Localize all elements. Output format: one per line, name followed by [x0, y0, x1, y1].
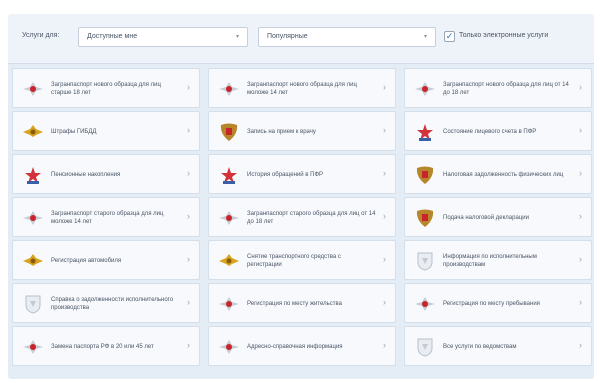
service-card-label: Информация по исполнительным производств…: [443, 254, 537, 268]
chevron-right-icon: ›: [579, 168, 582, 178]
chevron-right-icon: ›: [579, 297, 582, 307]
service-card[interactable]: Пенсионные накопления ›: [12, 154, 200, 194]
mvd-emblem-icon: [217, 292, 241, 316]
chevron-right-icon: ›: [187, 82, 190, 92]
service-card-label: Регистрация по месту пребывания: [443, 301, 540, 307]
chevron-right-icon: ›: [383, 125, 386, 135]
sort-select[interactable]: Популярные ▾: [258, 27, 436, 47]
service-card-label: Загранпаспорт старого образца для лиц от…: [247, 211, 376, 225]
audience-select[interactable]: Доступные мне ▾: [78, 27, 248, 47]
chevron-right-icon: ›: [579, 82, 582, 92]
gibdd-emblem-icon: [21, 249, 45, 273]
service-card[interactable]: Замена паспорта РФ в 20 или 45 лет ›: [12, 326, 200, 366]
mvd-emblem-icon: [21, 335, 45, 359]
service-card[interactable]: Регистрация по месту жительства ›: [208, 283, 396, 323]
coat-of-arms-icon: [413, 206, 437, 230]
service-card[interactable]: Штрафы ГИБДД ›: [12, 111, 200, 151]
service-card[interactable]: Запись на прием к врачу ›: [208, 111, 396, 151]
service-card[interactable]: Загранпаспорт нового образца для лиц от …: [404, 68, 592, 108]
service-card[interactable]: Состояние лицевого счета в ПФР ›: [404, 111, 592, 151]
service-card[interactable]: Подача налоговой декларации ›: [404, 197, 592, 237]
mvd-emblem-icon: [413, 292, 437, 316]
coat-of-arms-icon: [413, 163, 437, 187]
chevron-right-icon: ›: [187, 297, 190, 307]
service-card[interactable]: История обращений в ПФР ›: [208, 154, 396, 194]
service-card-label: Налоговая задолженность физических лиц: [443, 172, 564, 178]
service-card[interactable]: Загранпаспорт нового образца для лиц мол…: [208, 68, 396, 108]
service-card-label: Загранпаспорт нового образца для лиц от …: [443, 82, 569, 96]
service-card[interactable]: Налоговая задолженность физических лиц ›: [404, 154, 592, 194]
audience-select-value: Доступные мне: [87, 33, 138, 40]
service-card-label: История обращений в ПФР: [247, 172, 324, 178]
service-card-label: Загранпаспорт нового образца для лиц мол…: [247, 82, 357, 96]
service-card[interactable]: Загранпаспорт нового образца для лиц ста…: [12, 68, 200, 108]
service-card-label: Штрафы ГИБДД: [51, 129, 97, 135]
service-card[interactable]: Регистрация по месту пребывания ›: [404, 283, 592, 323]
gibdd-emblem-icon: [21, 120, 45, 144]
service-card-label: Состояние лицевого счета в ПФР: [443, 129, 537, 135]
service-card[interactable]: Справка о задолженности исполнительного …: [12, 283, 200, 323]
service-card-label: Загранпаспорт старого образца для лиц мо…: [51, 211, 164, 225]
gibdd-emblem-icon: [217, 249, 241, 273]
service-card-label: Снятие транспортного средства с регистра…: [247, 254, 341, 268]
service-card-label: Адресно-справочная информация: [247, 344, 343, 350]
electronic-only-checkbox[interactable]: ✓: [444, 31, 455, 42]
chevron-right-icon: ›: [187, 211, 190, 221]
chevron-right-icon: ›: [579, 340, 582, 350]
mvd-emblem-icon: [217, 206, 241, 230]
service-card[interactable]: Снятие транспортного средства с регистра…: [208, 240, 396, 280]
service-card-label: Регистрация автомобиля: [51, 258, 122, 264]
service-card[interactable]: Загранпаспорт старого образца для лиц мо…: [12, 197, 200, 237]
pfr-emblem-icon: [21, 163, 45, 187]
electronic-only-label[interactable]: Только электронные услуги: [459, 32, 548, 39]
chevron-right-icon: ›: [187, 254, 190, 264]
chevron-right-icon: ›: [383, 340, 386, 350]
service-card[interactable]: Информация по исполнительным производств…: [404, 240, 592, 280]
fssp-emblem-icon: [413, 335, 437, 359]
mvd-emblem-icon: [217, 335, 241, 359]
fssp-emblem-icon: [21, 292, 45, 316]
fssp-emblem-icon: [413, 249, 437, 273]
mvd-emblem-icon: [217, 77, 241, 101]
coat-of-arms-icon: [217, 120, 241, 144]
chevron-right-icon: ›: [383, 254, 386, 264]
mvd-emblem-icon: [413, 77, 437, 101]
service-card-label: Пенсионные накопления: [51, 172, 121, 178]
service-card-label: Справка о задолженности исполнительного …: [51, 297, 174, 311]
chevron-right-icon: ›: [383, 168, 386, 178]
service-card[interactable]: Все услуги по ведомствам ›: [404, 326, 592, 366]
chevron-right-icon: ›: [579, 211, 582, 221]
service-card-label: Запись на прием к врачу: [247, 129, 316, 135]
chevron-right-icon: ›: [579, 125, 582, 135]
chevron-right-icon: ›: [187, 168, 190, 178]
filter-bar: Услуги для: Доступные мне ▾ Популярные ▾…: [8, 14, 594, 64]
chevron-right-icon: ›: [187, 125, 190, 135]
filter-label: Услуги для:: [22, 32, 60, 39]
mvd-emblem-icon: [21, 77, 45, 101]
service-card[interactable]: Загранпаспорт старого образца для лиц от…: [208, 197, 396, 237]
service-card[interactable]: Адресно-справочная информация ›: [208, 326, 396, 366]
sort-select-value: Популярные: [267, 33, 308, 40]
services-panel: Услуги для: Доступные мне ▾ Популярные ▾…: [8, 14, 594, 379]
chevron-right-icon: ›: [383, 82, 386, 92]
chevron-right-icon: ›: [383, 211, 386, 221]
chevron-down-icon: ▾: [423, 34, 427, 40]
chevron-right-icon: ›: [187, 340, 190, 350]
service-card-label: Все услуги по ведомствам: [443, 344, 517, 350]
pfr-emblem-icon: [413, 120, 437, 144]
chevron-down-icon: ▾: [235, 34, 239, 40]
service-card-label: Регистрация по месту жительства: [247, 301, 342, 307]
chevron-right-icon: ›: [383, 297, 386, 307]
service-card[interactable]: Регистрация автомобиля ›: [12, 240, 200, 280]
service-card-label: Замена паспорта РФ в 20 или 45 лет: [51, 344, 154, 350]
service-card-label: Подача налоговой декларации: [443, 215, 529, 221]
chevron-right-icon: ›: [579, 254, 582, 264]
service-card-label: Загранпаспорт нового образца для лиц ста…: [51, 82, 161, 96]
pfr-emblem-icon: [217, 163, 241, 187]
mvd-emblem-icon: [21, 206, 45, 230]
